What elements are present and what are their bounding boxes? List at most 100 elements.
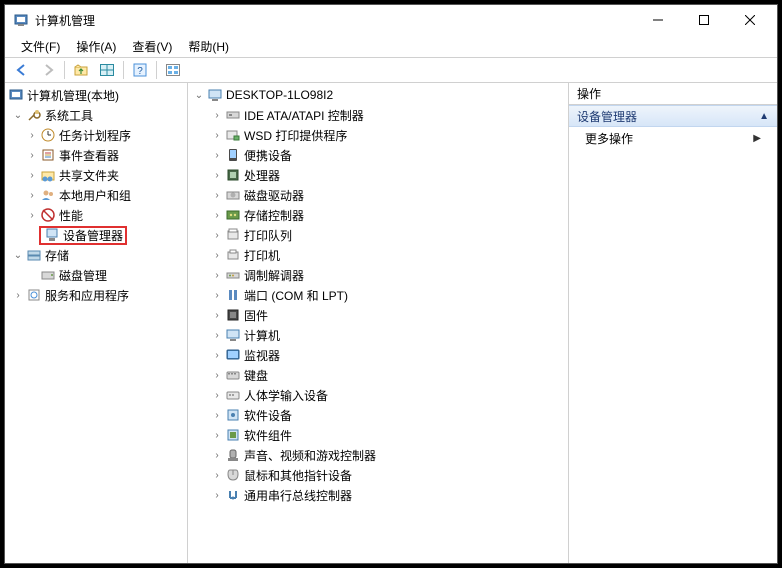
expand-icon[interactable]: ›	[210, 468, 224, 482]
refresh-button[interactable]	[161, 59, 185, 81]
device-tree-panel[interactable]: ⌄ DESKTOP-1LO98I2 ›IDE ATA/ATAPI 控制器›WSD…	[188, 83, 569, 563]
expand-icon[interactable]: ›	[25, 148, 39, 162]
device-category-icon	[225, 207, 241, 223]
device-category[interactable]: ›监视器	[188, 345, 568, 365]
expand-icon[interactable]: ›	[210, 368, 224, 382]
more-actions-item[interactable]: 更多操作 ▶	[569, 127, 777, 149]
tree-devmgr[interactable]: 设备管理器	[5, 225, 187, 245]
expand-icon[interactable]: ›	[25, 188, 39, 202]
device-category[interactable]: ›IDE ATA/ATAPI 控制器	[188, 105, 568, 125]
expand-icon[interactable]: ›	[210, 108, 224, 122]
device-category[interactable]: ›固件	[188, 305, 568, 325]
device-category-icon	[225, 447, 241, 463]
tree-tasksched[interactable]: › 任务计划程序	[5, 125, 187, 145]
device-category[interactable]: ›键盘	[188, 365, 568, 385]
device-category[interactable]: ›磁盘驱动器	[188, 185, 568, 205]
device-category[interactable]: › 存储控制器	[188, 205, 568, 225]
expand-icon[interactable]: ›	[25, 128, 39, 142]
device-category-label: 计算机	[244, 327, 280, 344]
window-title: 计算机管理	[35, 12, 635, 29]
device-category-label: 鼠标和其他指针设备	[244, 467, 352, 484]
expand-icon[interactable]: ›	[210, 308, 224, 322]
expand-icon[interactable]: ›	[210, 168, 224, 182]
device-category[interactable]: › 调制解调器	[188, 265, 568, 285]
minimize-button[interactable]	[635, 5, 681, 35]
expand-icon[interactable]: ›	[210, 348, 224, 362]
expand-icon[interactable]: ›	[210, 328, 224, 342]
actions-context-band[interactable]: 设备管理器 ▲	[569, 105, 777, 127]
forward-button[interactable]	[36, 59, 60, 81]
device-category[interactable]: ›WSD 打印提供程序	[188, 125, 568, 145]
expand-icon[interactable]: ›	[210, 128, 224, 142]
expand-icon[interactable]: ›	[210, 248, 224, 262]
expand-icon[interactable]: ›	[210, 388, 224, 402]
tree-perf[interactable]: › 性能	[5, 205, 187, 225]
menu-file[interactable]: 文件(F)	[13, 36, 68, 57]
device-category-icon	[225, 307, 241, 323]
device-category-label: 存储控制器	[244, 207, 304, 224]
view-mode-button[interactable]	[95, 59, 119, 81]
shared-folder-icon	[40, 167, 56, 183]
window: 计算机管理 文件(F) 操作(A) 查看(V) 帮助(H) ? 计算机管	[4, 4, 778, 564]
expand-icon[interactable]: ›	[210, 188, 224, 202]
device-category[interactable]: ›软件组件	[188, 425, 568, 445]
device-category-label: 便携设备	[244, 147, 292, 164]
expand-icon[interactable]: ›	[25, 168, 39, 182]
toolbar: ?	[5, 57, 777, 83]
collapse-icon[interactable]: ⌄	[11, 248, 25, 262]
tree-devmgr-label: 设备管理器	[63, 227, 123, 244]
app-icon	[13, 12, 29, 28]
expand-icon[interactable]: ›	[210, 488, 224, 502]
computer-icon	[207, 87, 223, 103]
up-level-button[interactable]	[69, 59, 93, 81]
tree-localusers[interactable]: › 本地用户和组	[5, 185, 187, 205]
device-category[interactable]: › 便携设备	[188, 145, 568, 165]
collapse-icon[interactable]: ⌄	[11, 108, 25, 122]
device-category[interactable]: › 端口 (COM 和 LPT)	[188, 285, 568, 305]
maximize-button[interactable]	[681, 5, 727, 35]
tree-storage[interactable]: ⌄ 存储	[5, 245, 187, 265]
content-area: 计算机管理(本地) ⌄ 系统工具 › 任务计划程序 › 事件查看器	[5, 83, 777, 563]
expand-icon[interactable]: ›	[210, 148, 224, 162]
device-category[interactable]: ›声音、视频和游戏控制器	[188, 445, 568, 465]
device-category-icon	[225, 147, 241, 163]
menu-help[interactable]: 帮助(H)	[180, 36, 237, 57]
tree-eventviewer[interactable]: › 事件查看器	[5, 145, 187, 165]
device-category[interactable]: ›打印队列	[188, 225, 568, 245]
back-button[interactable]	[10, 59, 34, 81]
collapse-icon[interactable]: ⌄	[192, 88, 206, 102]
device-category-label: 调制解调器	[244, 267, 304, 284]
expand-icon[interactable]: ›	[210, 268, 224, 282]
device-category-label: 端口 (COM 和 LPT)	[244, 287, 348, 304]
device-category[interactable]: ›通用串行总线控制器	[188, 485, 568, 505]
toolbar-separator	[156, 61, 157, 79]
device-category[interactable]: › 鼠标和其他指针设备	[188, 465, 568, 485]
expand-icon[interactable]: ›	[210, 428, 224, 442]
tree-systools[interactable]: ⌄ 系统工具	[5, 105, 187, 125]
expand-icon[interactable]: ›	[11, 288, 25, 302]
expand-icon[interactable]: ›	[210, 208, 224, 222]
expand-icon[interactable]: ›	[25, 208, 39, 222]
menu-view[interactable]: 查看(V)	[124, 36, 180, 57]
expand-icon[interactable]: ›	[210, 448, 224, 462]
tree-services[interactable]: › 服务和应用程序	[5, 285, 187, 305]
left-tree-panel[interactable]: 计算机管理(本地) ⌄ 系统工具 › 任务计划程序 › 事件查看器	[5, 83, 188, 563]
close-button[interactable]	[727, 5, 773, 35]
expand-icon[interactable]: ›	[210, 228, 224, 242]
device-root[interactable]: ⌄ DESKTOP-1LO98I2	[188, 85, 568, 105]
help-button[interactable]: ?	[128, 59, 152, 81]
device-category-icon	[225, 467, 241, 483]
device-category[interactable]: ›软件设备	[188, 405, 568, 425]
tree-sharedfolders[interactable]: › 共享文件夹	[5, 165, 187, 185]
device-category[interactable]: ›处理器	[188, 165, 568, 185]
device-category[interactable]: ›打印机	[188, 245, 568, 265]
tree-diskmgmt[interactable]: 磁盘管理	[5, 265, 187, 285]
expand-icon[interactable]: ›	[210, 408, 224, 422]
device-category[interactable]: › 计算机	[188, 325, 568, 345]
more-actions-label: 更多操作	[585, 130, 633, 147]
menu-action[interactable]: 操作(A)	[68, 36, 124, 57]
tree-root[interactable]: 计算机管理(本地)	[5, 85, 187, 105]
expand-icon[interactable]: ›	[210, 288, 224, 302]
actions-header: 操作	[569, 83, 777, 105]
device-category[interactable]: ›人体学输入设备	[188, 385, 568, 405]
